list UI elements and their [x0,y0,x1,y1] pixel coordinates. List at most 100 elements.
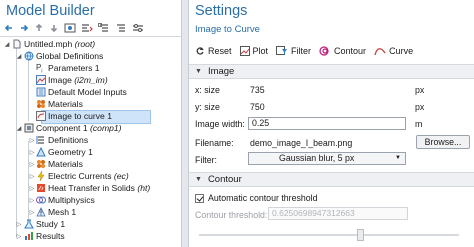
tree-item-label: Results [36,231,65,241]
tree-item-label: Geometry 1 [48,147,93,157]
tree-item-definitions[interactable]: ▷ Definitions [0,134,181,146]
heat-transfer-icon [36,183,46,193]
settings-subtitle: Image to Curve [195,24,260,35]
tree-item-component-materials[interactable]: ▷ Materials [0,158,181,170]
tree-item-image-to-curve[interactable]: Image to curve 1 [0,110,181,124]
browse-button[interactable]: Browse... [416,135,470,149]
y-size-value: 750 [250,102,265,112]
plot-icon [239,46,250,56]
options-icon[interactable] [132,23,144,33]
settings-panel: Settings Image to Curve Reset Plot Filte… [189,0,474,247]
tree-item-geometry[interactable]: ▷ Geometry 1 [0,146,181,158]
collapse-toggle[interactable]: ◢ [15,50,23,62]
collapse-toggle[interactable]: ◢ [15,122,23,134]
tree-filter-icon[interactable] [81,23,93,33]
plot-label: Plot [252,46,269,56]
tree-item-label: Parameters 1 [48,63,100,73]
collapse-toggle[interactable]: ◢ [3,38,11,50]
expand-toggle[interactable]: ▷ [15,218,23,230]
contour-threshold-input[interactable]: 0.6250698947312663 [268,207,408,220]
filter-icon [276,46,288,56]
collapse-all-icon[interactable] [98,23,110,33]
tree-item-mesh[interactable]: ▷ Mesh 1 [0,206,181,218]
materials-icon [36,99,46,109]
tree-item-label: Component 1 [36,123,88,133]
image-section-header[interactable]: ▼ Image [189,64,474,79]
tree-item-tag: (i2m_im) [74,75,108,85]
filter-button[interactable]: Filter [276,46,311,56]
curve-button[interactable]: Curve [374,46,413,56]
tree-item-global-materials[interactable]: Materials [0,98,181,110]
reset-button[interactable]: Reset [195,46,232,56]
tree-item-study[interactable]: ▷ Study 1 [0,218,181,230]
model-builder-toolbar [4,21,180,35]
image-width-unit: m [415,119,423,129]
tree-item-electric-currents[interactable]: ▷ Electric Currents (ec) [0,170,181,182]
x-size-unit: px [415,85,425,95]
reset-label: Reset [208,46,232,56]
filename-label: Filename: [195,138,234,148]
auto-threshold-label: Automatic contour threshold [208,193,318,203]
tree-item-default-model-inputs[interactable]: Default Model Inputs [0,86,181,98]
show-icon[interactable] [64,23,76,33]
file-icon [12,39,22,49]
tree-item-label: Multiphysics [48,195,95,205]
plot-button[interactable]: Plot [239,46,269,56]
contour-label: Contour [334,46,367,56]
settings-title: Settings [195,3,248,19]
tree-item-label: Default Model Inputs [48,87,127,97]
contour-section-header[interactable]: ▼ Contour [189,172,474,187]
tree-item-label: Image [48,75,72,85]
expand-all-icon[interactable] [115,23,127,33]
contour-button[interactable]: Contour [319,46,366,56]
contour-threshold-label: Contour threshold: [195,210,268,220]
threshold-slider-track[interactable] [199,234,459,236]
definitions-icon [36,135,46,145]
collapse-chevron-icon: ▼ [195,176,202,183]
expand-toggle[interactable]: ▷ [28,170,36,182]
tree-item-results[interactable]: ▷ Results [0,230,181,242]
arrow-right-icon[interactable] [19,23,29,33]
tree-item-label: Heat Transfer in Solids [48,183,135,193]
tree-item-label: Untitled.mph [24,39,73,49]
tree-item-component[interactable]: ◢ Component 1 (comp1) [0,122,181,134]
filter-label: Filter [291,46,312,56]
y-size-unit: px [415,102,425,112]
curve-label: Curve [389,46,414,56]
filter-label: Filter: [195,155,217,165]
expand-toggle[interactable]: ▷ [28,134,36,146]
auto-threshold-checkbox-row[interactable]: Automatic contour threshold [195,193,318,203]
tree-item-label: Mesh 1 [48,207,77,217]
curve-icon [374,46,386,56]
expand-toggle[interactable]: ▷ [28,206,36,218]
image-width-input[interactable]: 0.25 [248,117,406,130]
results-icon [24,231,34,241]
arrow-up-icon[interactable] [34,23,44,33]
tree-item-global-definitions[interactable]: ◢ Global Definitions [0,50,181,62]
image-to-curve-icon [36,111,46,121]
filename-value: demo_image_I_beam.png [250,138,353,148]
expand-toggle[interactable]: ▷ [28,146,36,158]
tree-item-multiphysics[interactable]: ▷ Multiphysics [0,194,181,206]
settings-toolbar: Reset Plot Filter Contour Curve [195,44,421,58]
arrow-down-icon[interactable] [49,23,59,33]
panel-splitter[interactable] [181,0,189,247]
expand-toggle[interactable]: ▷ [15,230,23,242]
collapse-chevron-icon: ▼ [195,68,202,75]
filter-select[interactable]: Gaussian blur, 5 px ▼ [248,152,406,165]
expand-toggle[interactable]: ▷ [28,158,36,170]
arrow-left-icon[interactable] [4,23,14,33]
tree-item-image[interactable]: Image (i2m_im) [0,74,181,86]
tree-item-heat-transfer[interactable]: ▷ Heat Transfer in Solids (ht) [0,182,181,194]
tree-item-root[interactable]: ◢ Untitled.mph (root) [0,38,181,50]
expand-toggle[interactable]: ▷ [28,182,36,194]
auto-threshold-checkbox[interactable] [195,193,204,203]
tree-item-parameters[interactable]: Pi Parameters 1 [0,62,181,75]
toolbar-divider [0,36,181,37]
contour-section-title: Contour [207,174,242,185]
expand-toggle[interactable]: ▷ [28,194,36,206]
x-size-label: x: size [195,85,220,95]
threshold-slider-thumb[interactable] [357,229,364,241]
multiphysics-icon [36,195,46,205]
dropdown-arrow-icon: ▼ [395,155,401,161]
